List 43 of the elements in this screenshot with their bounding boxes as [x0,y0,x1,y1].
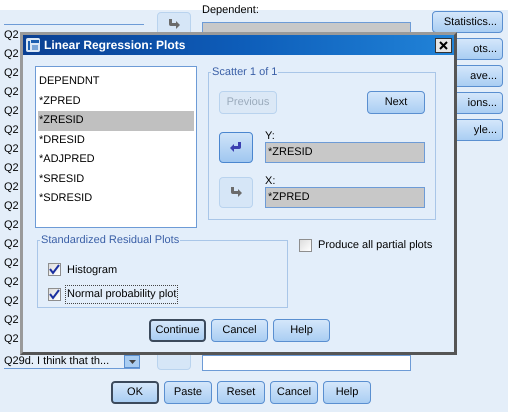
list-item[interactable]: *DRESID [38,130,194,150]
list-item[interactable]: *ZRESID [38,111,194,130]
variable-field[interactable] [202,355,411,371]
action-button[interactable]: Help [273,319,330,342]
action-button[interactable]: OK [111,381,159,404]
checkmark-icon [49,264,60,276]
option-label[interactable]: Histogram [65,260,120,279]
list-item[interactable]: DEPENDNT [38,72,194,92]
checkbox[interactable] [48,263,61,276]
action-button[interactable]: Reset [217,381,265,404]
action-button[interactable]: Cancel [211,319,268,342]
group-title: Standardized Residual Plots [40,233,180,248]
action-button[interactable]: Continue [149,319,206,342]
move-button[interactable] [219,176,253,208]
list-item[interactable]: *SRESID [38,170,194,189]
action-button[interactable]: Next [367,90,425,114]
checkmark-icon [49,288,60,300]
option-label[interactable]: Produce all partial plots [318,236,432,254]
option-label[interactable]: Normal probability plot [65,285,178,304]
action-button[interactable]: Cancel [270,381,318,404]
arrow-icon [167,18,181,30]
arrow-icon [229,186,243,198]
move-button[interactable] [219,132,253,162]
list-item[interactable]: *ZPRED [38,92,194,111]
side-button[interactable]: Statistics... [432,11,503,33]
window-title: Linear Regression: Plots [44,37,186,54]
caret-icon [128,360,136,364]
target-field[interactable]: *ZPRED [265,186,425,208]
group-title: Scatter 1 of 1 [211,65,278,80]
action-button[interactable]: Paste [164,381,212,404]
list-item[interactable]: *SDRESID [38,189,194,208]
checkbox[interactable] [299,238,312,252]
close-icon [439,40,448,50]
field-label: Dependent: [202,4,260,16]
field-label: Y: [265,130,276,142]
list-item[interactable]: *ADJPRED [38,150,194,170]
app-icon [25,37,41,53]
arrow-icon [229,141,243,153]
close-button[interactable] [435,38,452,52]
action-button[interactable]: Help [323,381,371,404]
target-field[interactable]: *ZRESID [265,142,425,162]
field-label: X: [265,174,276,186]
checkbox[interactable] [48,288,61,301]
